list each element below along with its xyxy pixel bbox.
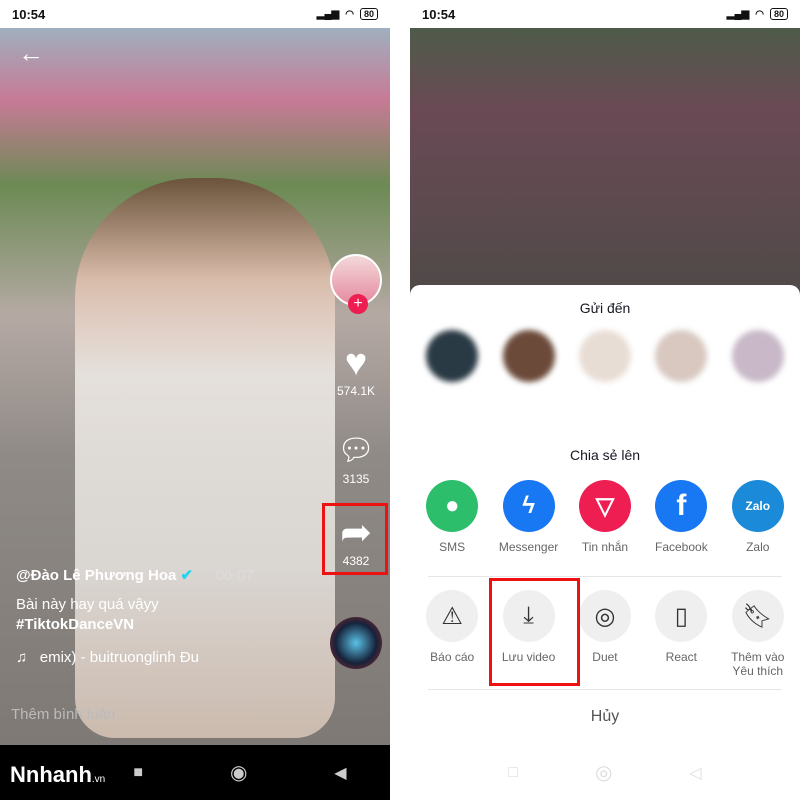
share-apps-row: ● SMS ϟ Messenger ▽ Tin nhắn f Facebook Zalo…: [410, 480, 800, 554]
signal-icon: ▂▄▆: [316, 8, 340, 20]
nhanh-logo: Nnhanh.vn: [10, 762, 106, 787]
share-zalo[interactable]: Zalo Zalo: [720, 480, 796, 554]
contact[interactable]: [414, 330, 490, 390]
follow-plus-icon[interactable]: +: [348, 294, 368, 314]
wifi-icon: ◠: [345, 8, 354, 20]
like-button[interactable]: ♥ 574.1K: [328, 342, 384, 398]
send-to-title: Gửi đến: [579, 300, 631, 316]
comment-button[interactable]: 💬︎ 3135: [328, 430, 384, 486]
wifi-icon: ◠: [755, 8, 764, 20]
share-sms[interactable]: ● SMS: [414, 480, 490, 554]
verified-icon: ✔: [180, 567, 194, 584]
status-bar: 10:54 ▂▄▆ ◠ 80: [410, 0, 800, 28]
creator-avatar[interactable]: +: [328, 254, 384, 314]
share-facebook[interactable]: f Facebook: [643, 480, 719, 554]
share-direct-message[interactable]: ▽ Tin nhắn: [567, 480, 643, 554]
hashtag-link[interactable]: #TiktokDanceVN: [16, 616, 134, 633]
zalo-icon: Zalo: [731, 480, 784, 532]
like-count: 574.1K: [336, 384, 376, 398]
dimmed-video[interactable]: [410, 28, 800, 298]
status-bar: 10:54 ▂▄▆ ◠ 80: [0, 0, 390, 28]
back-icon[interactable]: ◀: [334, 763, 346, 783]
react-button[interactable]: ▯ React: [643, 590, 719, 678]
chat-bubble-icon: ●: [426, 480, 479, 532]
home-icon[interactable]: ◎: [595, 760, 612, 785]
warning-icon: ⚠: [426, 590, 479, 642]
recents-icon[interactable]: ■: [133, 764, 143, 782]
status-time: 10:54: [12, 6, 46, 22]
status-time: 10:54: [422, 6, 456, 22]
video-description: Bài này hay quá vậyy: [16, 596, 159, 613]
contacts-row: [410, 330, 800, 390]
android-nav-bar: □ ◎ ◁: [410, 745, 800, 800]
comment-icon: 💬︎: [336, 434, 376, 467]
divider: [428, 689, 782, 690]
music-disc[interactable]: [330, 617, 382, 669]
share-messenger[interactable]: ϟ Messenger: [491, 480, 567, 554]
back-arrow-icon[interactable]: ←: [18, 38, 44, 69]
left-phone-screen: 10:54 ▂▄▆ ◠ 80 ← + ♥ 574.1K 💬︎ 3135 ➦ 4382 @Đ…: [0, 0, 390, 800]
cancel-button[interactable]: Hủy: [410, 708, 800, 726]
facebook-icon: f: [655, 480, 708, 532]
home-icon[interactable]: ◉: [230, 760, 247, 785]
add-favorite-button[interactable]: 🔖︎ Thêm vào Yêu thích: [720, 590, 796, 678]
recents-icon[interactable]: □: [508, 764, 518, 782]
save-video-highlight-box: [489, 578, 580, 686]
author-name[interactable]: @Đào Lê Phương Hoa ✔ · · 06-07: [16, 566, 254, 584]
post-date: · · 06-07: [197, 567, 254, 584]
contact[interactable]: [567, 330, 643, 390]
messenger-icon: ϟ: [502, 480, 555, 532]
send-icon: ▽: [578, 480, 631, 532]
share-to-title: Chia sẻ lên: [569, 447, 641, 463]
duet-icon: ◎: [578, 590, 631, 642]
comment-count: 3135: [342, 472, 370, 486]
contact[interactable]: [491, 330, 567, 390]
bookmark-icon: 🔖︎: [731, 590, 784, 642]
battery-icon: 80: [769, 8, 788, 20]
heart-icon: ♥: [344, 342, 368, 384]
actions-row: ⚠ Báo cáo ⤓ Lưu video ◎ Duet ▯ React 🔖︎ Thêm …: [410, 590, 800, 678]
music-info[interactable]: ♫ emix) - buitruonglinh Đu: [16, 649, 199, 666]
contact[interactable]: [720, 330, 796, 390]
music-note-icon: ♫: [16, 649, 28, 666]
signal-icon: ▂▄▆: [726, 8, 750, 20]
comment-input[interactable]: Thêm bình luận: [11, 706, 115, 723]
share-highlight-box: [322, 503, 388, 575]
divider: [428, 576, 782, 577]
right-phone-screen: 10:54 ▂▄▆ ◠ 80 Gửi đến Chia sẻ lên ● SMS ϟM…: [410, 0, 800, 800]
report-button[interactable]: ⚠ Báo cáo: [414, 590, 490, 678]
react-icon: ▯: [655, 590, 708, 642]
contact[interactable]: [643, 330, 719, 390]
back-icon[interactable]: ◁: [689, 763, 701, 783]
battery-icon: 80: [359, 8, 378, 20]
